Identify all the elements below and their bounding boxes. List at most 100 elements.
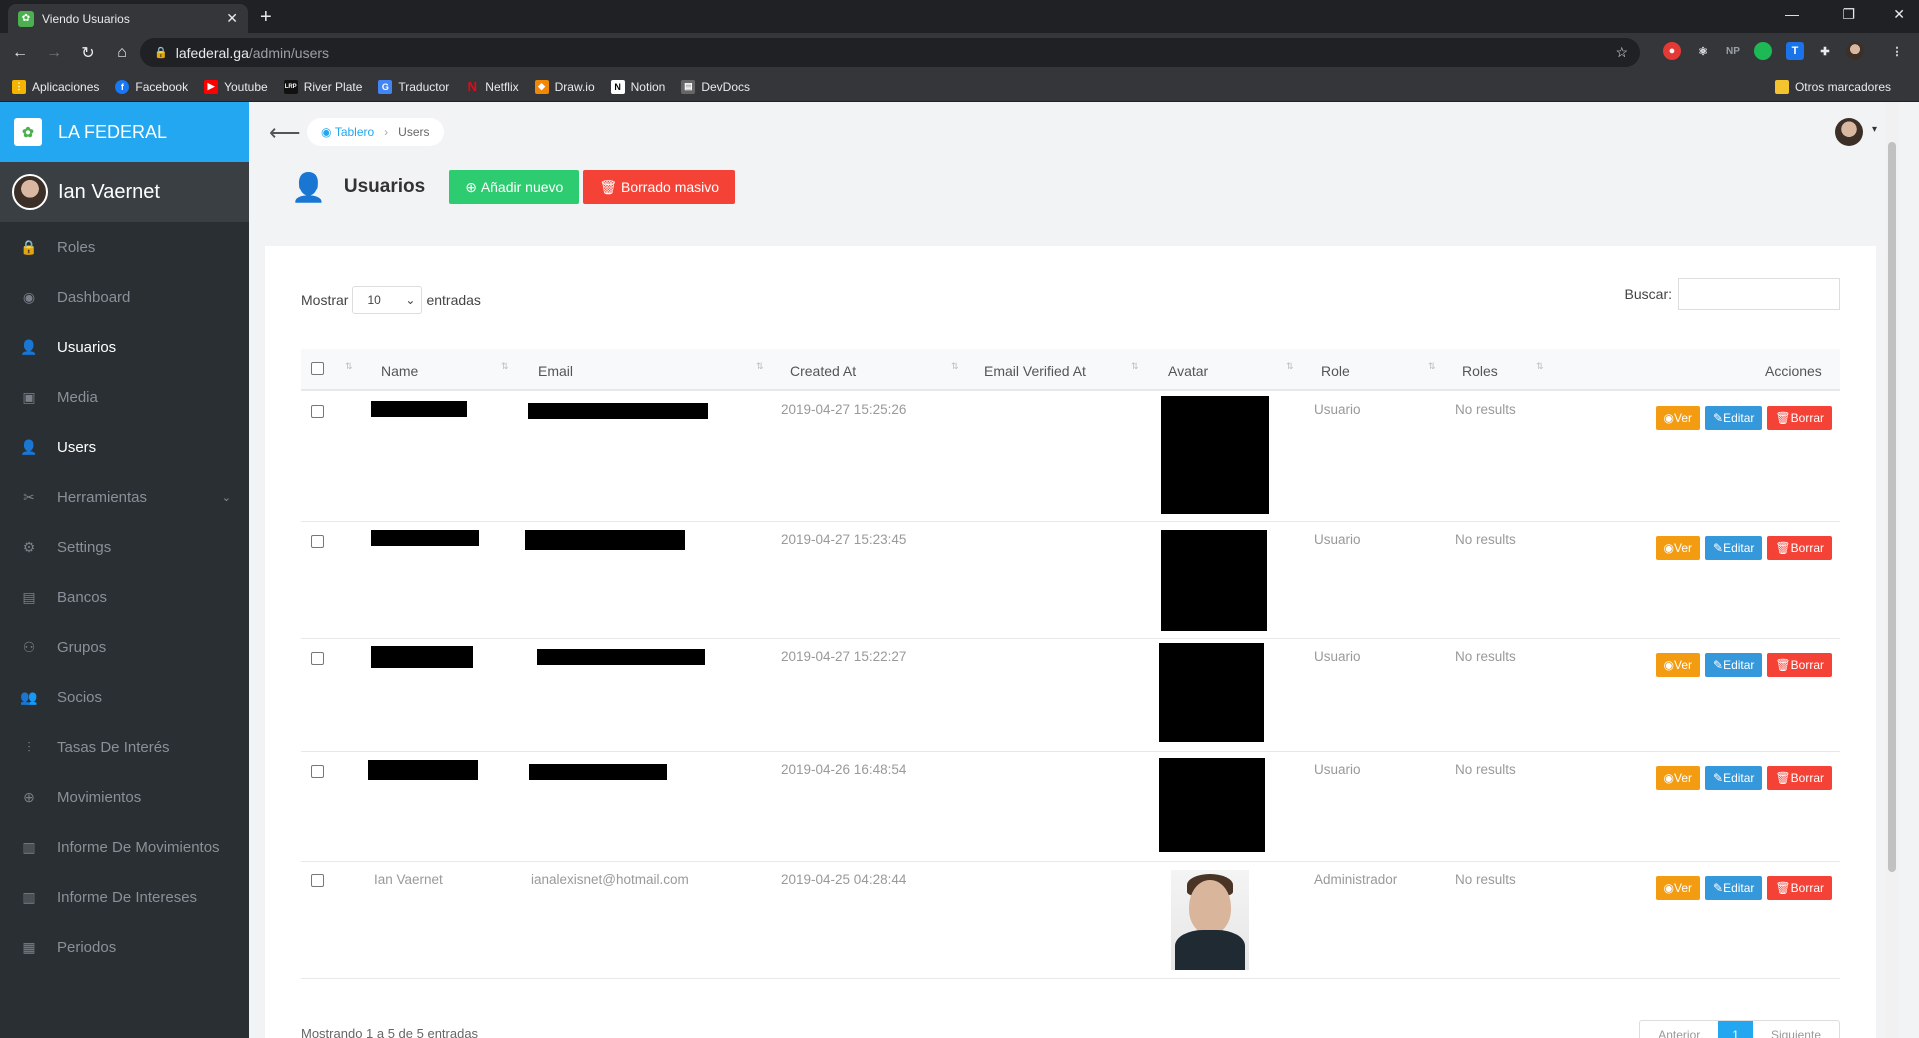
sidebar-item-usuarios[interactable]: 👤 Usuarios (0, 322, 249, 372)
delete-button[interactable]: 🗑 Borrar (1767, 536, 1832, 560)
bookmark-notion[interactable]: N Notion (610, 79, 665, 94)
breadcrumb-home[interactable]: Tablero (335, 125, 374, 139)
sort-icon[interactable]: ⇅ (1131, 361, 1139, 372)
restore-icon[interactable]: ❐ (1842, 6, 1855, 23)
edit-button[interactable]: ✎ Editar (1705, 536, 1763, 560)
edit-button[interactable]: ✎ Editar (1705, 406, 1763, 430)
column-header[interactable]: Role (1321, 363, 1350, 379)
scrollbar[interactable] (1885, 102, 1899, 1038)
back-icon[interactable]: ← (6, 44, 34, 62)
bookmark-youtube[interactable]: ▶ Youtube (204, 79, 268, 94)
prev-page-button[interactable]: Anterior (1640, 1021, 1718, 1038)
column-header[interactable]: Email Verified At (984, 363, 1086, 379)
sort-icon[interactable]: ⇅ (1428, 361, 1436, 372)
extensions-puzzle-icon[interactable]: ✚ (1816, 42, 1834, 60)
sidebar-item-label: Bancos (57, 588, 108, 606)
sidebar-item-grupos[interactable]: ⚇ Grupos (0, 622, 249, 672)
bookmark-star-icon[interactable]: ☆ (1615, 44, 1628, 61)
row-checkbox[interactable] (311, 652, 324, 665)
sort-icon[interactable]: ⇅ (501, 361, 509, 372)
profile-avatar-icon[interactable] (1846, 42, 1864, 60)
back-arrow-icon[interactable]: ⟵ (269, 120, 301, 146)
bulk-delete-button[interactable]: 🗑 Borrado masivo (583, 170, 736, 204)
row-checkbox[interactable] (311, 874, 324, 887)
bookmark-netflix[interactable]: N Netflix (465, 79, 519, 94)
add-new-button[interactable]: ⊕ Añadir nuevo (449, 170, 580, 204)
sidebar-item-media[interactable]: ▣ Media (0, 372, 249, 422)
page-button[interactable]: 1 (1718, 1021, 1753, 1038)
view-button[interactable]: ◉ Ver (1655, 406, 1700, 430)
brand[interactable]: ✿ LA FEDERAL (0, 102, 249, 162)
bookmark-drawio[interactable]: ◆ Draw.io (534, 79, 595, 94)
sidebar-item-users[interactable]: 👤 Users (0, 422, 249, 472)
browser-menu-icon[interactable]: ⋮ (1888, 42, 1906, 60)
column-header[interactable]: Email (538, 363, 573, 379)
column-header[interactable]: Avatar (1168, 363, 1208, 379)
sidebar-item-socios[interactable]: 👥 Socios (0, 672, 249, 722)
new-tab-icon[interactable]: + (260, 6, 272, 29)
sidebar-item-informe-de-intereses[interactable]: ▥ Informe De Intereses (0, 872, 249, 922)
bookmark-devdocs[interactable]: ▤ DevDocs (681, 79, 750, 94)
view-button[interactable]: ◉ Ver (1655, 653, 1700, 677)
bookmark-apps[interactable]: ⋮ Aplicaciones (12, 79, 99, 94)
delete-button[interactable]: 🗑 Borrar (1767, 406, 1832, 430)
extension-red-icon[interactable]: ● (1663, 42, 1681, 60)
page-length-select[interactable]: 10 ⌄ (352, 286, 423, 314)
reload-icon[interactable]: ↻ (74, 43, 102, 63)
sort-icon[interactable]: ⇅ (756, 361, 764, 372)
search-input[interactable] (1678, 278, 1840, 310)
view-button[interactable]: ◉ Ver (1655, 766, 1700, 790)
extension-react-icon[interactable]: ⚛ (1694, 42, 1712, 60)
sidebar-item-settings[interactable]: ⚙ Settings (0, 522, 249, 572)
sidebar-item-bancos[interactable]: ▤ Bancos (0, 572, 249, 622)
column-header[interactable]: Name (381, 363, 418, 379)
browser-tab[interactable]: ✿ Viendo Usuarios ✕ (8, 4, 248, 33)
edit-button[interactable]: ✎ Editar (1705, 653, 1763, 677)
delete-label: Borrar (1790, 881, 1824, 895)
sidebar-item-informe-de-movimientos[interactable]: ▥ Informe De Movimientos (0, 822, 249, 872)
sidebar-item-dashboard[interactable]: ◉ Dashboard (0, 272, 249, 322)
sort-icon[interactable]: ⇅ (1286, 361, 1294, 372)
delete-button[interactable]: 🗑 Borrar (1767, 876, 1832, 900)
edit-button[interactable]: ✎ Editar (1705, 876, 1763, 900)
address-bar[interactable]: 🔒 lafederal.ga /admin/users ☆ (140, 38, 1640, 67)
sidebar-item-tasas-de-inter-s[interactable]: ⫶ Tasas De Interés (0, 722, 249, 772)
column-header[interactable]: Roles (1462, 363, 1498, 379)
sort-icon[interactable]: ⇅ (951, 361, 959, 372)
sidebar-profile[interactable]: Ian Vaernet (0, 162, 249, 222)
next-page-button[interactable]: Siguiente (1753, 1021, 1839, 1038)
breadcrumb-home-icon[interactable]: ◉ (321, 125, 335, 139)
minimize-icon[interactable]: — (1785, 6, 1799, 22)
scrollbar-thumb[interactable] (1888, 142, 1896, 872)
user-avatar[interactable] (1835, 118, 1863, 146)
close-window-icon[interactable]: ✕ (1893, 6, 1905, 23)
view-button[interactable]: ◉ Ver (1655, 876, 1700, 900)
edit-button[interactable]: ✎ Editar (1705, 766, 1763, 790)
delete-button[interactable]: 🗑 Borrar (1767, 653, 1832, 677)
column-header[interactable]: Created At (790, 363, 856, 379)
sidebar-item-periodos[interactable]: ▦ Periodos (0, 922, 249, 972)
sidebar-item-movimientos[interactable]: ⊕ Movimientos (0, 772, 249, 822)
extension-green-icon[interactable] (1754, 42, 1772, 60)
select-all-checkbox[interactable] (311, 362, 324, 375)
bookmark-translate[interactable]: G Traductor (378, 79, 449, 94)
sidebar-item-herramientas[interactable]: ✂ Herramientas ⌄ (0, 472, 249, 522)
forward-icon[interactable]: → (40, 44, 68, 62)
row-checkbox[interactable] (311, 765, 324, 778)
bookmark-facebook[interactable]: f Facebook (115, 79, 188, 94)
extension-translate-icon[interactable]: T (1786, 42, 1804, 60)
sort-icon[interactable]: ⇅ (345, 361, 353, 372)
users-panel: Mostrar 10 ⌄ entradas Buscar: ⇅ Name ⇅ Em… (265, 246, 1876, 1038)
extension-np-icon[interactable]: NP (1724, 42, 1742, 60)
sidebar-item-roles[interactable]: 🔒 Roles (0, 222, 249, 272)
sort-icon[interactable]: ⇅ (1536, 361, 1544, 372)
row-checkbox[interactable] (311, 535, 324, 548)
tab-close-icon[interactable]: ✕ (226, 10, 238, 27)
home-icon[interactable]: ⌂ (108, 44, 136, 62)
bookmark-other[interactable]: Otros marcadores (1774, 80, 1891, 94)
delete-button[interactable]: 🗑 Borrar (1767, 766, 1832, 790)
view-button[interactable]: ◉ Ver (1655, 536, 1700, 560)
chevron-down-icon[interactable]: ▾ (1872, 124, 1877, 135)
bookmark-riverplate[interactable]: LRP River Plate (283, 79, 362, 94)
row-checkbox[interactable] (311, 405, 324, 418)
